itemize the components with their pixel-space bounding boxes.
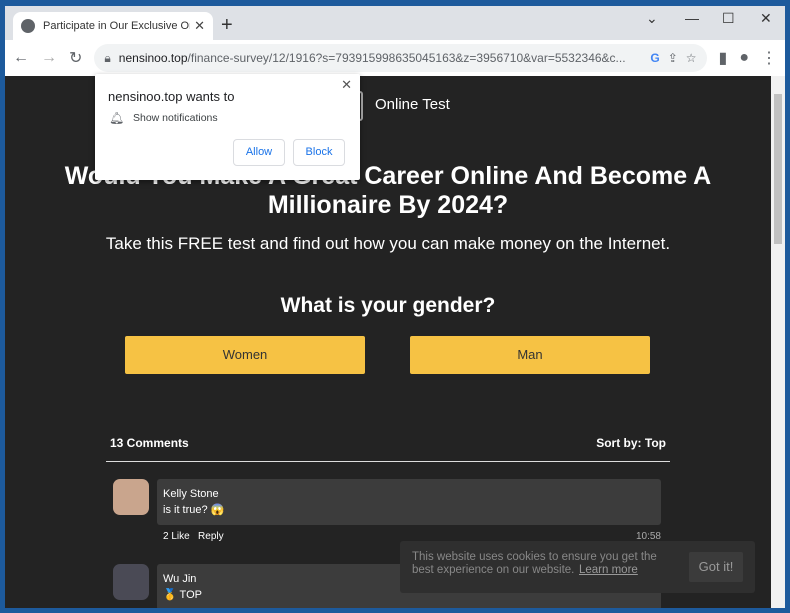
reload-icon[interactable]: ↻ <box>69 48 82 68</box>
notification-permission-popup: nensinoo.top wants to 🔔︎ Show notificati… <box>95 74 360 180</box>
comments-count: 13 Comments <box>110 436 189 450</box>
tab-bar: Participate in Our Exclusive Onlin ✕ + ⌄… <box>5 6 785 40</box>
allow-button[interactable]: Allow <box>233 139 285 166</box>
close-window-button[interactable]: ✕ <box>760 10 772 27</box>
popup-title: nensinoo.top wants to <box>108 89 235 104</box>
permission-label: Show notifications <box>133 112 218 124</box>
lock-icon: 🔒︎ <box>104 50 111 65</box>
subtitle: Take this FREE test and find out how you… <box>105 234 671 253</box>
sort-control[interactable]: Sort by: Top <box>596 436 666 450</box>
star-icon[interactable]: ☆ <box>686 51 697 65</box>
tab-search-icon[interactable]: ⌄ <box>646 10 658 27</box>
scrollbar-thumb[interactable] <box>774 94 782 244</box>
toolbar: ← → ↻ 🔒︎ nensinoo.top/finance-survey/12/… <box>5 40 785 76</box>
learn-more-link[interactable]: Learn more <box>579 564 638 577</box>
got-it-button[interactable]: Got it! <box>689 552 743 582</box>
url-path: /finance-survey/12/1916?s=79391599863504… <box>187 51 626 65</box>
scrollbar[interactable] <box>771 76 785 608</box>
globe-icon <box>21 19 35 33</box>
divider <box>106 461 670 462</box>
minimize-button[interactable]: — <box>685 10 699 26</box>
forward-icon[interactable]: → <box>41 49 57 67</box>
address-bar[interactable]: 🔒︎ nensinoo.top/finance-survey/12/1916?s… <box>94 44 707 72</box>
new-tab-button[interactable]: + <box>221 14 233 37</box>
comment-text: is it true? 😱 <box>163 504 225 516</box>
question: What is your gender? <box>280 294 496 317</box>
man-button[interactable]: Man <box>410 336 650 374</box>
url-host: nensinoo.top <box>118 51 188 65</box>
cookie-banner: This website uses cookies to ensure you … <box>400 541 755 593</box>
reply-button[interactable]: Reply <box>198 531 224 542</box>
maximize-button[interactable]: ☐ <box>722 10 735 27</box>
avatar <box>113 564 149 600</box>
block-button[interactable]: Block <box>293 139 345 166</box>
brand-name: Online Test <box>375 96 450 113</box>
close-icon[interactable]: ✕ <box>341 77 352 93</box>
bell-icon: 🔔︎ <box>109 111 125 125</box>
women-button[interactable]: Women <box>125 336 365 374</box>
tab-title: Participate in Our Exclusive Onlin <box>43 20 191 32</box>
sidepanel-icon[interactable]: ▮ <box>719 48 728 68</box>
back-icon[interactable]: ← <box>13 49 29 67</box>
comment-author: Kelly Stone <box>163 488 219 500</box>
like-button[interactable]: 2 Like <box>163 531 190 542</box>
active-tab[interactable]: Participate in Our Exclusive Onlin ✕ <box>13 12 213 40</box>
share-icon[interactable]: ⇪ <box>668 51 678 65</box>
menu-icon[interactable]: ⋮ <box>761 48 777 68</box>
avatar <box>113 479 149 515</box>
google-icon[interactable]: G <box>650 51 659 65</box>
profile-icon[interactable]: ● <box>739 49 749 67</box>
close-tab-icon[interactable]: ✕ <box>194 18 205 34</box>
